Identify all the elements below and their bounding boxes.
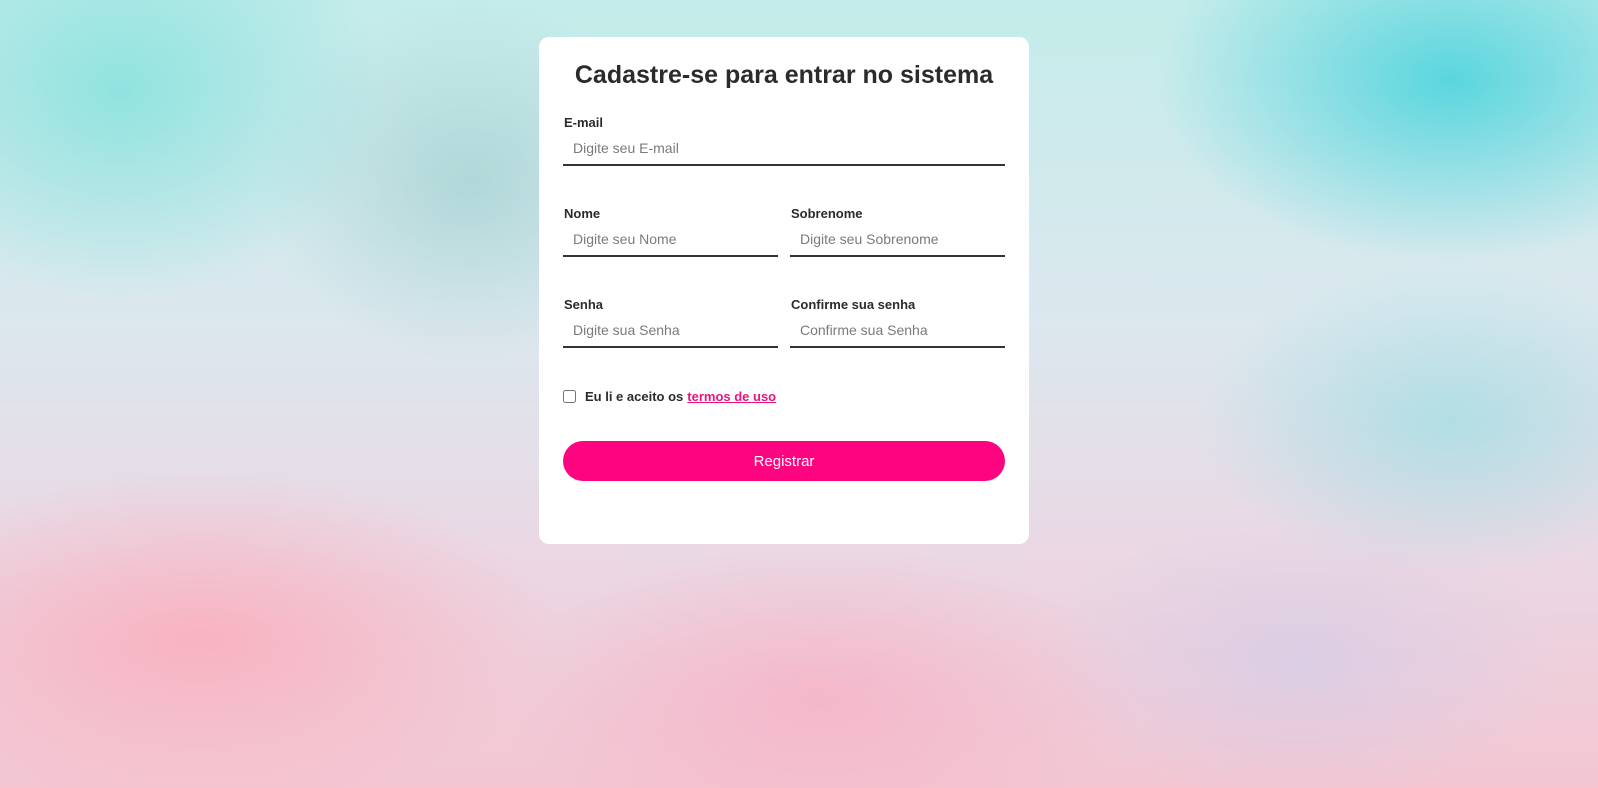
confirme-senha-field-group: Confirme sua senha: [790, 297, 1005, 348]
terms-link[interactable]: termos de uso: [687, 389, 776, 404]
terms-text: Eu li e aceito os: [585, 389, 684, 404]
senha-field-group: Senha: [563, 297, 778, 348]
email-label: E-mail: [564, 115, 604, 130]
register-card: Cadastre-se para entrar no sistema E-mai…: [539, 37, 1029, 544]
sobrenome-label: Sobrenome: [791, 206, 863, 221]
email-input[interactable]: [563, 136, 1005, 166]
senha-label: Senha: [564, 297, 604, 312]
nome-field-group: Nome: [563, 206, 778, 257]
register-button[interactable]: Registrar: [563, 441, 1005, 481]
terms-checkbox[interactable]: [563, 390, 576, 403]
sobrenome-field-group: Sobrenome: [790, 206, 1005, 257]
nome-input[interactable]: [563, 227, 778, 257]
sobrenome-input[interactable]: [790, 227, 1005, 257]
confirme-senha-input[interactable]: [790, 318, 1005, 348]
senha-input[interactable]: [563, 318, 778, 348]
nome-label: Nome: [564, 206, 601, 221]
form-title: Cadastre-se para entrar no sistema: [574, 61, 994, 89]
confirme-senha-label: Confirme sua senha: [791, 297, 916, 312]
email-field-group: E-mail: [563, 115, 1005, 166]
terms-row: Eu li e aceito os termos de uso: [563, 389, 776, 404]
